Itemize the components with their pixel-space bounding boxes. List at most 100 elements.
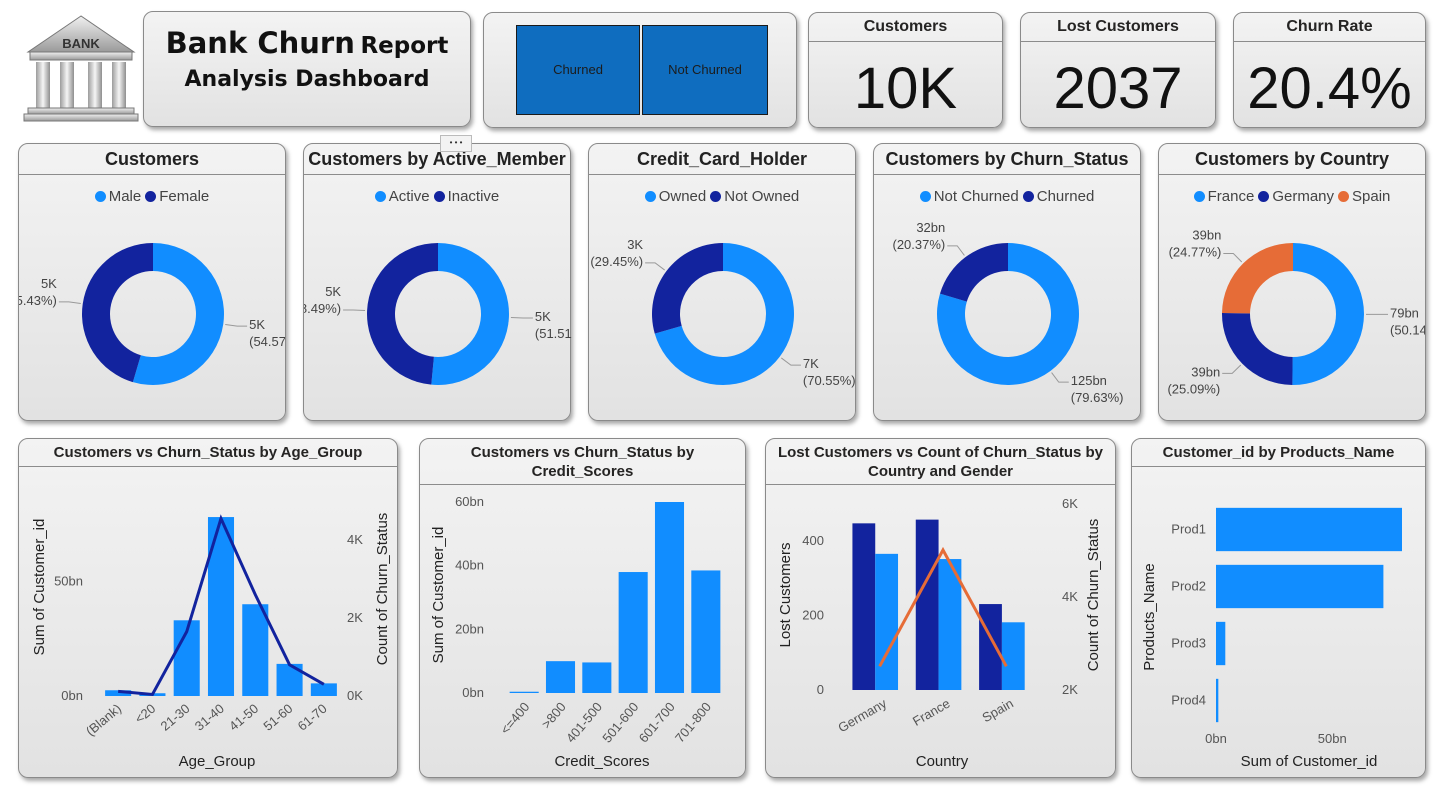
y2-tick-label: 4K — [1062, 589, 1078, 604]
age-group-combo-chart[interactable]: Age_Group Sum of Customer_id Count of Ch… — [19, 439, 398, 778]
credit-scores-chart-card: Customers vs Churn_Status by Credit_Scor… — [419, 438, 746, 778]
data-label-percent: (45.43%) — [19, 293, 57, 308]
y2-tick-label: 2K — [347, 610, 363, 625]
donut-chart[interactable]: 7K (70.55%) 3K (29.45%) — [589, 144, 856, 421]
donut-slice — [1222, 312, 1293, 385]
leader-line — [1222, 364, 1242, 374]
kpi-lost-customers-value: 2037 — [1053, 56, 1183, 121]
bank-logo: BANK — [22, 14, 140, 122]
title-bank-churn: Bank Churn — [165, 26, 355, 60]
leader-line — [343, 309, 366, 312]
donut-slice — [366, 243, 438, 385]
donut-chart[interactable]: 5K (54.57%) 5K (45.43%) — [19, 144, 286, 421]
data-label-percent: (51.51%) — [535, 326, 572, 341]
data-label-percent: (79.63%) — [1071, 390, 1124, 405]
products-chart-card: Customer_id by Products_Name Sum of Cust… — [1131, 438, 1426, 778]
x-axis-title: Sum of Customer_id — [1241, 753, 1378, 770]
kpi-lost-customers-card: Lost Customers 2037 — [1020, 12, 1216, 128]
donut-chart[interactable]: 79bn (50.14...) 39bn (25.09%) 39bn (24.77%) — [1159, 144, 1426, 421]
data-label-percent: (70.55%) — [803, 373, 856, 388]
bar — [1216, 621, 1226, 666]
donut-chart[interactable]: 5K (51.51%) 5K (48.49%) — [304, 144, 572, 422]
data-label-value: 39bn — [1192, 227, 1221, 242]
y-tick-label: 60bn — [455, 494, 484, 509]
bar — [509, 691, 539, 693]
bar — [310, 683, 337, 696]
bar — [1216, 507, 1402, 552]
x-tick-label: 61-70 — [295, 701, 330, 734]
y-tick-label: 50bn — [54, 573, 83, 588]
y-tick-label: 0 — [817, 682, 824, 697]
data-label-value: 32bn — [916, 220, 945, 235]
products-bar-chart[interactable]: Sum of Customer_id Products_Name Prod1 Pr… — [1132, 439, 1426, 778]
data-label-value: 39bn — [1191, 364, 1220, 379]
x-tick-label: 31-40 — [192, 701, 227, 734]
bar — [691, 570, 721, 693]
data-label-value: 5K — [325, 284, 341, 299]
bar — [1216, 564, 1384, 609]
more-options-icon[interactable]: • • • — [440, 135, 472, 152]
x-tick-label: >800 — [538, 699, 568, 731]
x-tick-label: 601-700 — [636, 699, 678, 745]
donut-card-churn-status: Customers by Churn_Status Not Churned Chu… — [873, 143, 1141, 421]
title-line2: Analysis Dashboard — [184, 67, 430, 92]
bar — [545, 661, 576, 693]
x-tick-label: Spain — [980, 696, 1016, 726]
x-axis-title: Age_Group — [179, 753, 256, 770]
y2-tick-label: 6K — [1062, 496, 1078, 511]
x-tick-label: 401-500 — [563, 699, 605, 745]
data-label-percent: (50.14...) — [1390, 322, 1426, 337]
y-axis-title: Products_Name — [1141, 563, 1158, 671]
data-label-value: 5K — [249, 317, 265, 332]
y-tick-label: 400 — [802, 533, 824, 548]
x-tick-label: 701-800 — [672, 699, 714, 745]
y-axis-title: Sum of Customer_id — [430, 527, 447, 664]
title-report: Report — [360, 33, 449, 59]
data-label-percent: (20.37%) — [892, 237, 945, 252]
leader-line — [1051, 372, 1069, 383]
donut-card-gender: Customers MaleFemale 5K(54.57%)5K(45.43%… — [18, 143, 286, 421]
y-tick-label: 200 — [802, 608, 824, 623]
y2-axis-title: Count of Churn_Status — [374, 513, 391, 666]
y-axis-title: Lost Customers — [777, 542, 794, 647]
leader-line — [1223, 252, 1243, 263]
kpi-churn-rate-value: 20.4% — [1247, 56, 1412, 121]
y-tick-label: 40bn — [455, 558, 484, 573]
leader-line — [58, 301, 81, 305]
slicer-button-not-churned[interactable]: Not Churned — [642, 25, 768, 115]
data-label-percent: (54.57%) — [249, 334, 286, 349]
x-tick-label: (Blank) — [83, 701, 124, 739]
x-tick-label: Germany — [835, 695, 889, 735]
donut-slice — [1292, 243, 1365, 385]
bar — [979, 604, 1002, 690]
x-tick-label: <=400 — [497, 699, 532, 737]
kpi-lost-customers-title: Lost Customers — [1021, 13, 1215, 42]
y2-tick-label: 0K — [347, 688, 363, 703]
credit-scores-bar-chart[interactable]: Credit_Scores Sum of Customer_id 0bn 20bn… — [420, 439, 746, 778]
logo-text: BANK — [62, 36, 100, 51]
x-tick-label: 50bn — [1318, 731, 1347, 746]
data-label-value: 7K — [803, 356, 819, 371]
y-tick-label: Prod4 — [1171, 693, 1206, 708]
y2-tick-label: 2K — [1062, 682, 1078, 697]
bar — [852, 523, 876, 690]
bar — [582, 662, 612, 693]
y-tick-label: 20bn — [455, 621, 484, 636]
kpi-customers-value: 10K — [853, 56, 958, 121]
x-tick-label: <20 — [132, 701, 159, 727]
bar — [618, 572, 648, 693]
donut-chart[interactable]: 125bn (79.63%) 32bn (20.37%) — [874, 144, 1141, 421]
y-tick-label: Prod1 — [1171, 522, 1206, 537]
data-label-percent: (48.49%) — [304, 301, 341, 316]
country-gender-chart-card: Lost Customers vs Count of Churn_Status … — [765, 438, 1116, 778]
country-gender-combo-chart[interactable]: Country Lost Customers Count of Churn_St… — [766, 439, 1116, 778]
slicer-button-churned[interactable]: Churned — [516, 25, 640, 115]
x-tick-label: 0bn — [1205, 731, 1227, 746]
x-axis-title: Country — [916, 753, 969, 770]
y-tick-label: Prod3 — [1171, 636, 1206, 651]
donut-slice — [431, 243, 509, 385]
y2-axis-title: Count of Churn_Status — [1085, 519, 1102, 672]
title-card: Bank Churn Report Analysis Dashboard — [143, 11, 471, 127]
leader-line — [781, 357, 801, 366]
x-tick-label: 501-600 — [599, 699, 641, 745]
